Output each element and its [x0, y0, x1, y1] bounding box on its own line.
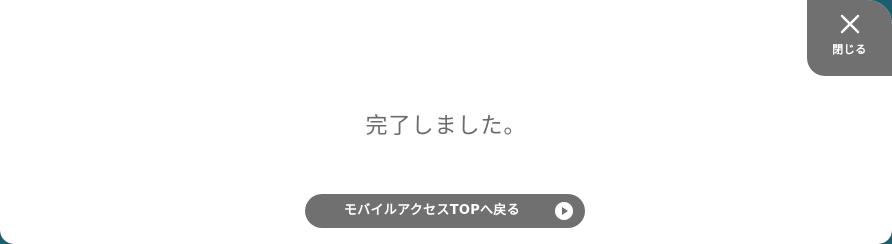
- back-button-label: モバイルアクセスTOPへ戻る: [344, 203, 520, 218]
- close-icon: [840, 14, 860, 34]
- close-button-label: 閉じる: [832, 43, 867, 56]
- completion-message: 完了しました。: [365, 114, 527, 139]
- close-button[interactable]: 閉じる: [807, 0, 892, 76]
- completion-dialog: 閉じる 完了しました。 モバイルアクセスTOPへ戻る: [0, 0, 892, 244]
- back-to-mobile-access-top-button[interactable]: モバイルアクセスTOPへ戻る: [305, 194, 585, 228]
- play-circle-icon: [555, 202, 573, 220]
